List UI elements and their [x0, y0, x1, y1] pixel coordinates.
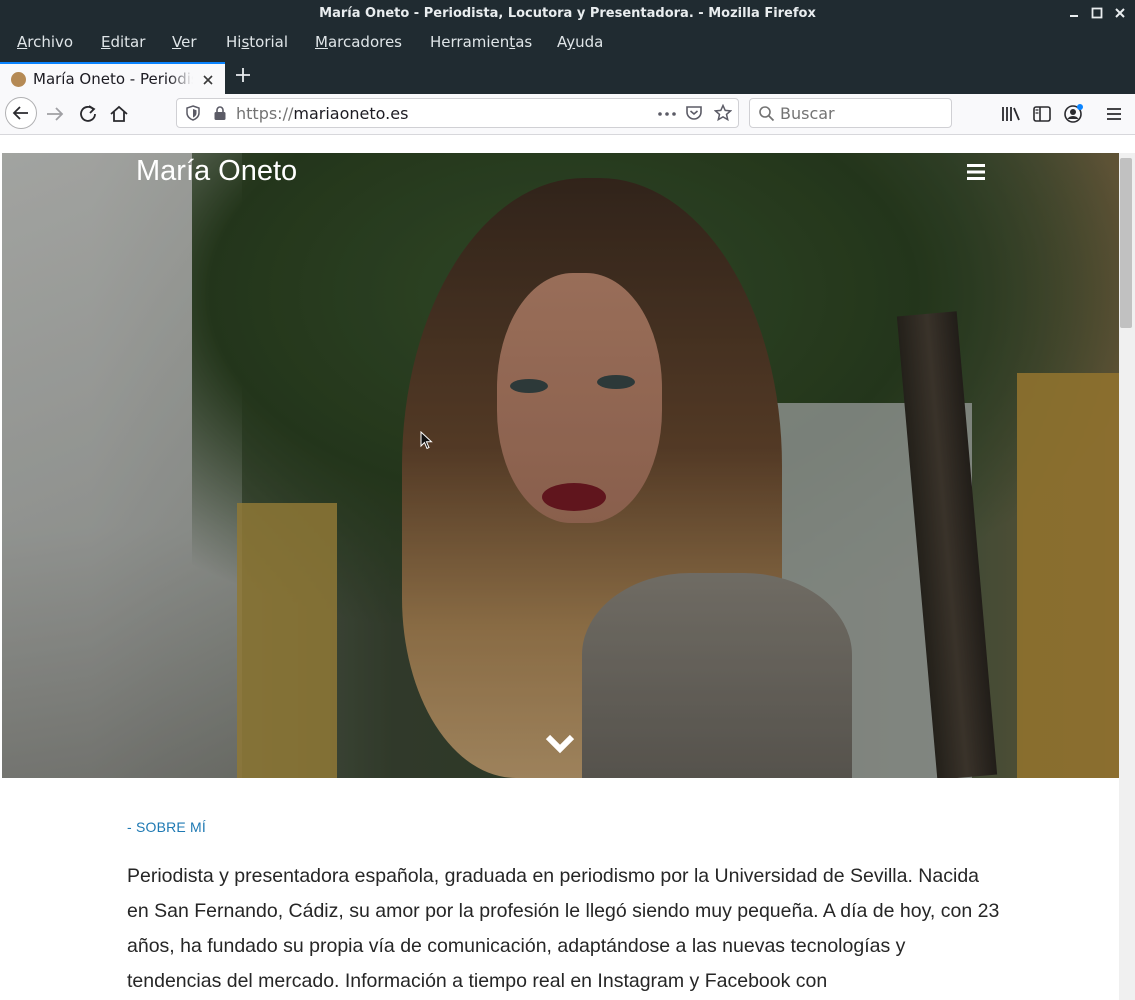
search-icon [758, 105, 775, 126]
menu-archivo[interactable]: Archivo [17, 33, 73, 51]
account-icon[interactable] [1062, 103, 1084, 125]
tab-bar: María Oneto - Periodista, Locutora y Pre… [0, 58, 1135, 94]
page-actions-icon[interactable] [657, 106, 677, 125]
back-icon[interactable] [5, 97, 37, 129]
minimize-icon[interactable] [1066, 5, 1082, 21]
new-tab-icon[interactable] [233, 65, 253, 85]
navigation-toolbar: https://mariaoneto.es Buscar [0, 94, 1135, 135]
bookmark-star-icon[interactable] [713, 103, 733, 126]
menu-historial[interactable]: Historial [226, 33, 288, 51]
lock-icon[interactable] [213, 105, 227, 125]
url-bar[interactable]: https://mariaoneto.es [176, 98, 739, 128]
reload-icon[interactable] [77, 103, 99, 125]
page-top-gap [0, 135, 1135, 153]
home-icon[interactable] [108, 103, 130, 125]
window-title: María Oneto - Periodista, Locutora y Pre… [319, 6, 816, 21]
menu-ayuda[interactable]: Ayuda [557, 33, 603, 51]
sidebar-icon[interactable] [1031, 103, 1053, 125]
close-icon[interactable] [1112, 5, 1128, 21]
favicon-icon [11, 72, 26, 87]
search-placeholder: Buscar [780, 104, 835, 123]
library-icon[interactable] [1000, 103, 1022, 125]
scrollbar-thumb[interactable] [1120, 158, 1132, 328]
hero-overlay [2, 153, 1119, 778]
chevron-down-icon[interactable] [544, 731, 576, 755]
url-text[interactable]: https://mariaoneto.es [236, 104, 408, 123]
tab-active[interactable]: María Oneto - Periodista, Locutora y Pre… [0, 62, 225, 94]
pocket-icon[interactable] [685, 105, 703, 125]
tracking-shield-icon[interactable] [185, 105, 201, 125]
menu-editar[interactable]: Editar [101, 33, 145, 51]
tab-title: María Oneto - Periodista, Locutora y Pre… [33, 70, 193, 88]
menu-herramientas[interactable]: Herramientas [430, 33, 532, 51]
hero-image: María Oneto [2, 153, 1119, 778]
about-paragraph: Periodista y presentadora española, grad… [127, 865, 1000, 992]
window-titlebar: María Oneto - Periodista, Locutora y Pre… [0, 0, 1135, 28]
maximize-icon[interactable] [1089, 5, 1105, 21]
site-title[interactable]: María Oneto [136, 155, 297, 188]
section-label-about: - SOBRE MÍ [127, 819, 207, 835]
mouse-cursor-icon [420, 430, 434, 451]
tab-close-icon[interactable] [200, 72, 216, 88]
app-menu-icon[interactable] [1103, 103, 1125, 125]
menu-marcadores[interactable]: Marcadores [315, 33, 402, 51]
menu-ver[interactable]: Ver [172, 33, 197, 51]
menu-bar: Archivo Editar Ver Historial Marcadores … [0, 28, 1135, 58]
forward-icon[interactable] [44, 103, 66, 125]
search-bar[interactable]: Buscar [749, 98, 952, 128]
hamburger-icon[interactable] [966, 163, 986, 181]
